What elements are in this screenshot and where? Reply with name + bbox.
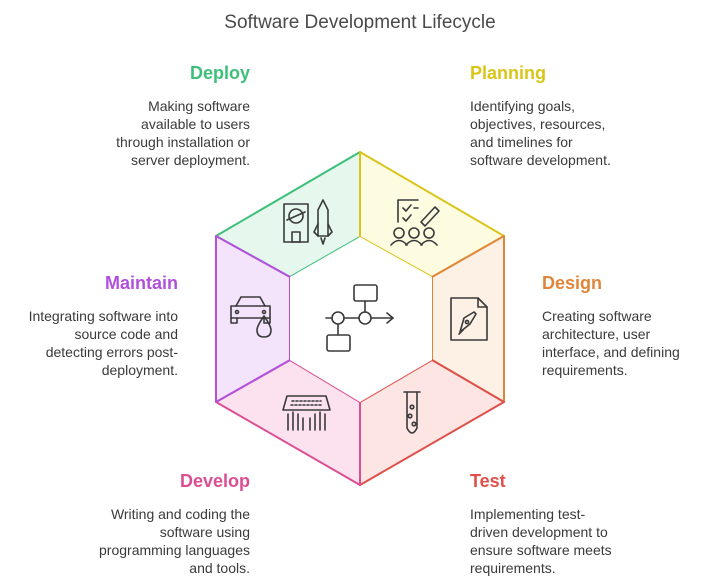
- deploy-heading: Deploy: [189, 63, 250, 83]
- maintain-heading: Maintain: [104, 273, 178, 293]
- planning-description: Identifying goals, objectives, resources…: [470, 98, 611, 168]
- planning-heading: Planning: [470, 63, 546, 83]
- deploy-description: Making software available to users throu…: [116, 98, 250, 168]
- lifecycle-hexagon: [215, 151, 505, 486]
- test-heading: Test: [470, 471, 506, 491]
- test-description: Implementing test- driven development to…: [470, 506, 612, 576]
- develop-description: Writing and coding the software using pr…: [99, 506, 250, 576]
- maintain-description: Integrating software into source code an…: [28, 308, 178, 378]
- design-heading: Design: [542, 273, 603, 293]
- design-description: Creating software architecture, user int…: [542, 308, 680, 378]
- develop-heading: Develop: [179, 471, 250, 491]
